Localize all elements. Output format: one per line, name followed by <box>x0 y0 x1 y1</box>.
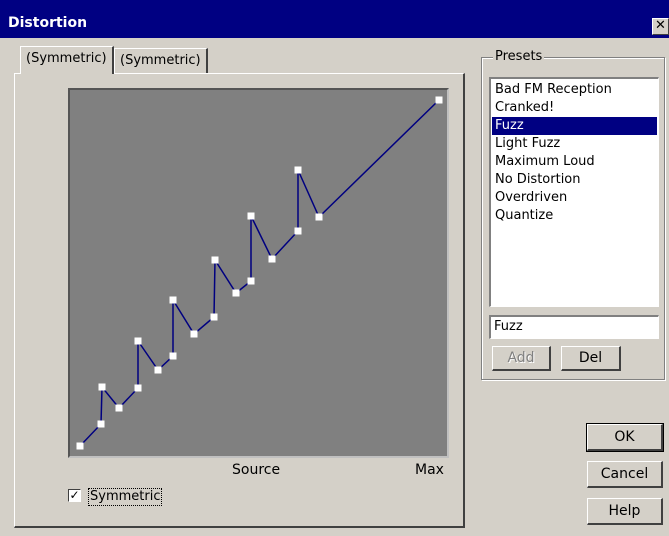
check-icon: ✓ <box>69 488 80 502</box>
symmetric-checkbox-label[interactable]: Symmetric <box>88 488 163 506</box>
ok-button[interactable]: OK <box>586 423 664 452</box>
list-item[interactable]: Bad FM Reception <box>492 81 657 99</box>
tab-label: (Symmetric) <box>120 53 201 68</box>
close-button[interactable]: ✕ <box>652 18 669 35</box>
tab-symmetric-2[interactable]: (Symmetric) <box>114 48 208 74</box>
curve-control-point[interactable] <box>247 277 255 285</box>
curve-control-point[interactable] <box>169 352 177 360</box>
list-item[interactable]: Quantize <box>492 207 657 225</box>
curve-control-point[interactable] <box>268 255 276 263</box>
curve-control-point[interactable] <box>169 296 177 304</box>
list-item[interactable]: Overdriven <box>492 189 657 207</box>
curve-control-point[interactable] <box>134 384 142 392</box>
curve-control-point[interactable] <box>98 383 106 391</box>
delete-preset-button[interactable]: Del <box>561 346 621 371</box>
presets-group-label: Presets <box>493 49 545 65</box>
curve-control-point[interactable] <box>154 366 162 374</box>
list-item[interactable]: Maximum Loud <box>492 153 657 171</box>
list-item[interactable]: Fuzz <box>492 117 657 135</box>
curve-control-point[interactable] <box>294 227 302 235</box>
curve-control-point[interactable] <box>76 442 84 450</box>
title-bar: Distortion ✕ <box>0 0 669 38</box>
curve-control-point[interactable] <box>232 289 240 297</box>
curve-control-point[interactable] <box>435 96 443 104</box>
tab-symmetric-1[interactable]: (Symmetric) <box>20 46 114 74</box>
distortion-curve[interactable] <box>70 90 447 456</box>
curve-control-point[interactable] <box>315 213 323 221</box>
curve-control-point[interactable] <box>294 166 302 174</box>
list-item[interactable]: Cranked! <box>492 99 657 117</box>
curve-line <box>79 99 440 447</box>
window-title: Distortion <box>8 15 88 31</box>
curve-control-point[interactable] <box>97 420 105 428</box>
curve-control-point[interactable] <box>211 256 219 264</box>
close-icon: ✕ <box>655 18 666 33</box>
symmetric-checkbox[interactable]: ✓ <box>68 489 81 502</box>
list-item[interactable]: Light Fuzz <box>492 135 657 153</box>
list-item[interactable]: No Distortion <box>492 171 657 189</box>
preset-name-input[interactable]: Fuzz <box>489 315 659 339</box>
distortion-graph[interactable] <box>68 88 449 458</box>
curve-control-point[interactable] <box>115 404 123 412</box>
cancel-button[interactable]: Cancel <box>587 461 663 488</box>
help-button[interactable]: Help <box>587 498 663 525</box>
add-preset-button[interactable]: Add <box>492 346 551 371</box>
curve-control-point[interactable] <box>134 337 142 345</box>
x-axis-max-label: Max <box>415 462 444 478</box>
tab-label: (Symmetric) <box>26 51 107 66</box>
curve-control-point[interactable] <box>190 330 198 338</box>
presets-listbox[interactable]: Bad FM Reception Cranked! Fuzz Light Fuz… <box>489 77 659 307</box>
curve-control-point[interactable] <box>247 212 255 220</box>
x-axis-label: Source <box>232 462 281 478</box>
curve-control-point[interactable] <box>210 313 218 321</box>
